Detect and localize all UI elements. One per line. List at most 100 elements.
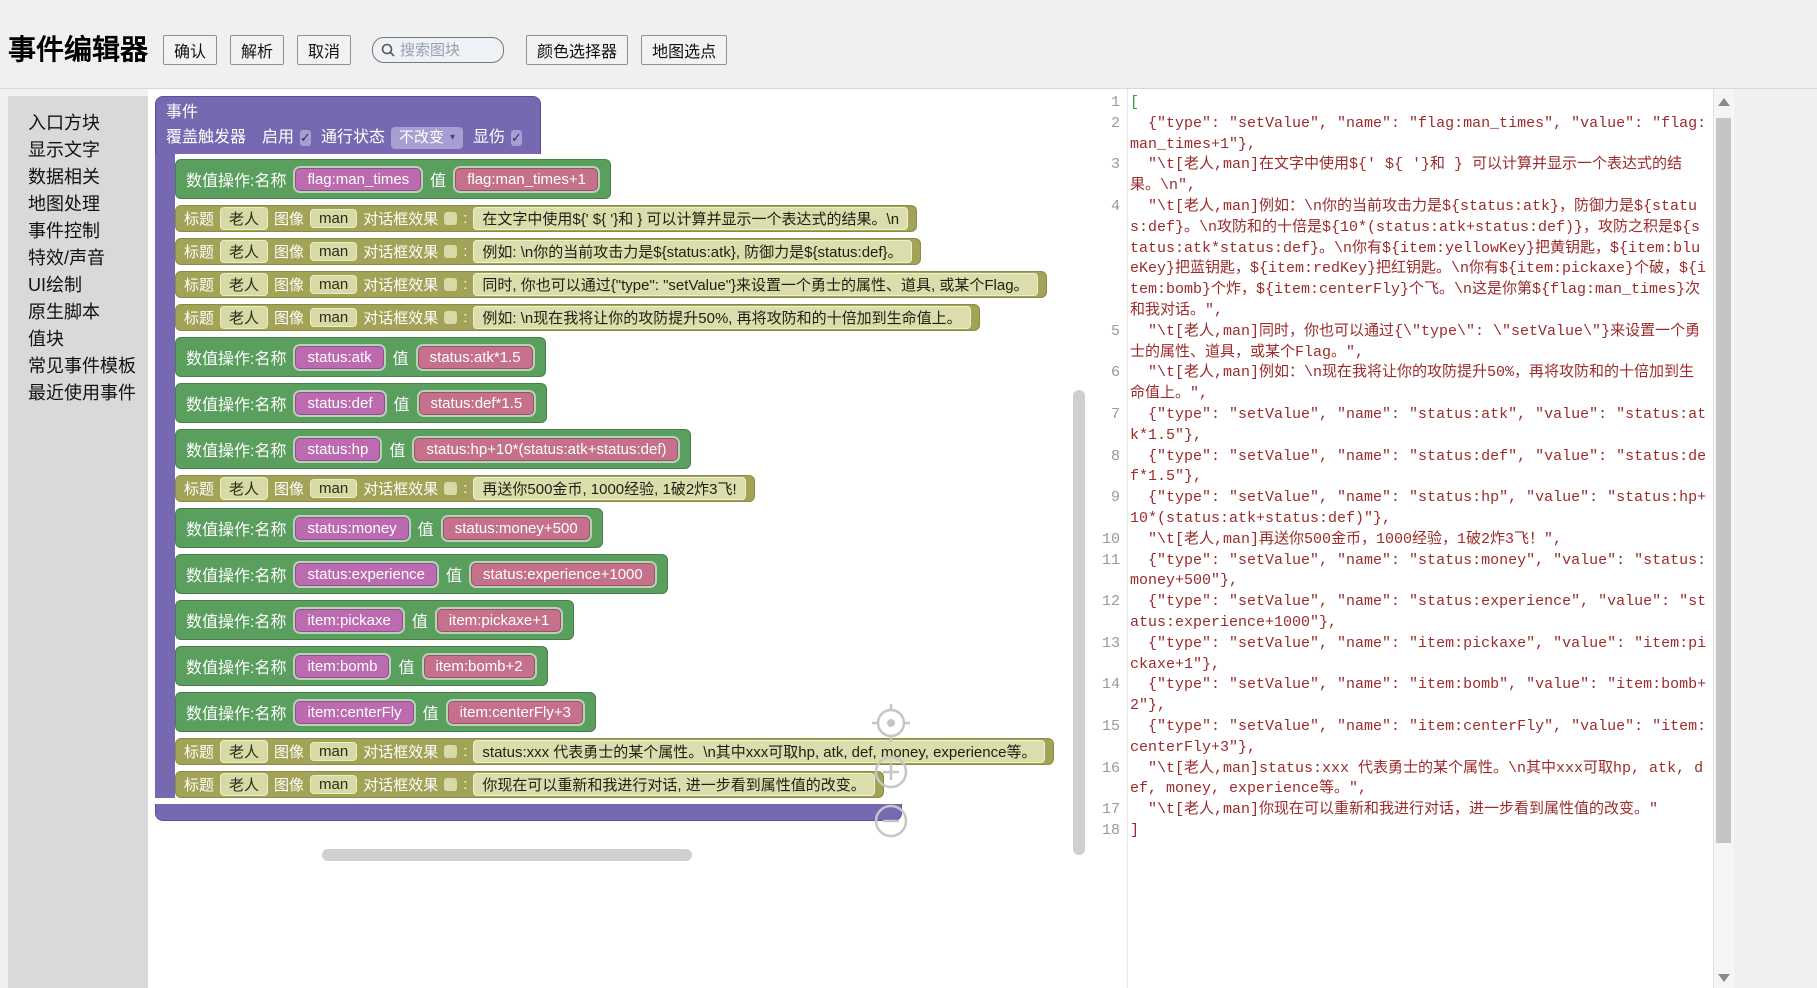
sidebar-item-fx-sound[interactable]: 特效/声音 bbox=[8, 245, 148, 272]
value-field[interactable]: item:centerFly+3 bbox=[448, 701, 583, 724]
message-field[interactable]: 例如: \n现在我将让你的攻防提升50%, 再将攻防和的十倍加到生命值上。 bbox=[473, 306, 970, 329]
title-text-block[interactable]: 标题 老人 图像 man 对话框效果 : 再送你500金币, 1000经验, 1… bbox=[175, 475, 755, 502]
scroll-down-arrow-icon[interactable] bbox=[1718, 974, 1730, 982]
event-container-block[interactable]: 事件 覆盖触发器 启用 ✓ 通行状态 不改变▾ 显伤 ✓ bbox=[155, 96, 541, 154]
dialog-effect-checkbox[interactable] bbox=[444, 212, 457, 225]
value-field[interactable]: status:experience+1000 bbox=[471, 563, 655, 586]
image-value-field[interactable]: man bbox=[310, 308, 357, 327]
name-field[interactable]: status:money bbox=[295, 517, 408, 540]
title-text-block[interactable]: 标题 老人 图像 man 对话框效果 : 在文字中使用${' ${ '}和 } … bbox=[175, 205, 917, 232]
value-field[interactable]: item:bomb+2 bbox=[424, 655, 535, 678]
name-field[interactable]: item:bomb bbox=[295, 655, 389, 678]
name-field[interactable]: status:hp bbox=[295, 438, 380, 461]
enable-checkbox[interactable]: ✓ bbox=[300, 130, 311, 146]
title-value-field[interactable]: 老人 bbox=[220, 273, 268, 296]
setvalue-block[interactable]: 数值操作:名称 item:centerFly 值 item:centerFly+… bbox=[175, 692, 596, 732]
title-value-field[interactable]: 老人 bbox=[220, 207, 268, 230]
line-number: 7 bbox=[1090, 405, 1130, 426]
sidebar-item-event-control[interactable]: 事件控制 bbox=[8, 218, 148, 245]
name-field[interactable]: status:atk bbox=[295, 346, 383, 369]
zoom-reset-icon[interactable] bbox=[871, 703, 911, 743]
image-value-field[interactable]: man bbox=[310, 209, 357, 228]
parse-button[interactable]: 解析 bbox=[230, 35, 284, 65]
dialog-effect-label: 对话框效果 bbox=[363, 274, 438, 295]
code-line: 18] bbox=[1090, 821, 1713, 842]
title-value-field[interactable]: 老人 bbox=[220, 740, 268, 763]
value-field[interactable]: status:atk*1.5 bbox=[418, 346, 533, 369]
dialog-effect-checkbox[interactable] bbox=[444, 311, 457, 324]
setvalue-block[interactable]: 数值操作:名称 status:money 值 status:money+500 bbox=[175, 508, 603, 548]
image-value-field[interactable]: man bbox=[310, 742, 357, 761]
value-field[interactable]: item:pickaxe+1 bbox=[437, 609, 561, 632]
value-field[interactable]: status:hp+10*(status:atk+status:def) bbox=[414, 438, 678, 461]
sidebar-item-native-script[interactable]: 原生脚本 bbox=[8, 299, 148, 326]
message-field[interactable]: 在文字中使用${' ${ '}和 } 可以计算并显示一个表达式的结果。\n bbox=[473, 207, 908, 230]
title-text-block[interactable]: 标题 老人 图像 man 对话框效果 : 同时, 你也可以通过{"type": … bbox=[175, 271, 1047, 298]
setvalue-block[interactable]: 数值操作:名称 status:def 值 status:def*1.5 bbox=[175, 383, 547, 423]
name-field[interactable]: item:pickaxe bbox=[295, 609, 402, 632]
workspace-horizontal-scrollbar[interactable] bbox=[322, 849, 692, 861]
pass-state-dropdown[interactable]: 不改变▾ bbox=[391, 127, 463, 149]
json-scrollbar[interactable] bbox=[1713, 88, 1734, 988]
sidebar-item-map[interactable]: 地图处理 bbox=[8, 191, 148, 218]
event-block-title: 事件 bbox=[166, 102, 530, 124]
cancel-button[interactable]: 取消 bbox=[297, 35, 351, 65]
sidebar-item-ui-draw[interactable]: UI绘制 bbox=[8, 272, 148, 299]
setvalue-block[interactable]: 数值操作:名称 item:bomb 值 item:bomb+2 bbox=[175, 646, 548, 686]
dialog-effect-checkbox[interactable] bbox=[444, 278, 457, 291]
image-value-field[interactable]: man bbox=[310, 479, 357, 498]
sidebar-item-entry-blocks[interactable]: 入口方块 bbox=[8, 110, 148, 137]
title-text-block[interactable]: 标题 老人 图像 man 对话框效果 : status:xxx 代表勇士的某个属… bbox=[175, 738, 1054, 765]
setvalue-block[interactable]: 数值操作:名称 status:experience 值 status:exper… bbox=[175, 554, 668, 594]
title-text-block[interactable]: 标题 老人 图像 man 对话框效果 : 例如: \n你的当前攻击力是${sta… bbox=[175, 238, 921, 265]
map-pick-button[interactable]: 地图选点 bbox=[641, 35, 727, 65]
setvalue-block[interactable]: 数值操作:名称 status:hp 值 status:hp+10*(status… bbox=[175, 429, 691, 469]
message-field[interactable]: 同时, 你也可以通过{"type": "setValue"}来设置一个勇士的属性… bbox=[473, 273, 1037, 296]
workspace-vertical-scrollbar[interactable] bbox=[1073, 390, 1085, 855]
sidebar-item-common-templates[interactable]: 常见事件模板 bbox=[8, 353, 148, 380]
dialog-effect-checkbox[interactable] bbox=[444, 745, 457, 758]
code-text: {"type": "setValue", "name": "item:picka… bbox=[1130, 634, 1713, 676]
name-field[interactable]: status:def bbox=[295, 392, 384, 415]
sidebar-item-recent-events[interactable]: 最近使用事件 bbox=[8, 380, 148, 407]
json-scrollbar-thumb[interactable] bbox=[1716, 118, 1731, 843]
sidebar-item-value-blocks[interactable]: 值块 bbox=[8, 326, 148, 353]
message-field[interactable]: 例如: \n你的当前攻击力是${status:atk}, 防御力是${statu… bbox=[473, 240, 911, 263]
zoom-out-icon[interactable] bbox=[871, 801, 911, 841]
title-value-field[interactable]: 老人 bbox=[220, 773, 268, 796]
sidebar-item-show-text[interactable]: 显示文字 bbox=[8, 137, 148, 164]
scroll-up-arrow-icon[interactable] bbox=[1718, 98, 1730, 106]
color-picker-button[interactable]: 颜色选择器 bbox=[526, 35, 628, 65]
image-value-field[interactable]: man bbox=[310, 242, 357, 261]
value-field[interactable]: status:money+500 bbox=[443, 517, 590, 540]
sidebar-item-data[interactable]: 数据相关 bbox=[8, 164, 148, 191]
search-input[interactable] bbox=[398, 41, 494, 60]
dialog-effect-checkbox[interactable] bbox=[444, 778, 457, 791]
image-value-field[interactable]: man bbox=[310, 275, 357, 294]
dialog-effect-checkbox[interactable] bbox=[444, 245, 457, 258]
zoom-in-icon[interactable] bbox=[871, 752, 911, 792]
confirm-button[interactable]: 确认 bbox=[163, 35, 217, 65]
block-workspace[interactable]: 事件 覆盖触发器 启用 ✓ 通行状态 不改变▾ 显伤 ✓ 数值操作:名称 fla… bbox=[148, 88, 1090, 988]
title-text-block[interactable]: 标题 老人 图像 man 对话框效果 : 你现在可以重新和我进行对话, 进一步看… bbox=[175, 771, 884, 798]
setvalue-block[interactable]: 数值操作:名称 flag:man_times 值 flag:man_times+… bbox=[175, 159, 611, 199]
image-value-field[interactable]: man bbox=[310, 775, 357, 794]
name-field[interactable]: flag:man_times bbox=[295, 168, 421, 191]
dialog-effect-checkbox[interactable] bbox=[444, 482, 457, 495]
setvalue-block[interactable]: 数值操作:名称 item:pickaxe 值 item:pickaxe+1 bbox=[175, 600, 574, 640]
show-damage-checkbox[interactable]: ✓ bbox=[511, 130, 522, 146]
title-value-field[interactable]: 老人 bbox=[220, 240, 268, 263]
message-field[interactable]: status:xxx 代表勇士的某个属性。\n其中xxx可取hp, atk, d… bbox=[473, 740, 1045, 763]
setvalue-block[interactable]: 数值操作:名称 status:atk 值 status:atk*1.5 bbox=[175, 337, 546, 377]
title-text-block[interactable]: 标题 老人 图像 man 对话框效果 : 例如: \n现在我将让你的攻防提升50… bbox=[175, 304, 980, 331]
message-field[interactable]: 再送你500金币, 1000经验, 1破2炸3飞! bbox=[473, 477, 745, 500]
search-box[interactable] bbox=[372, 37, 504, 63]
value-field[interactable]: flag:man_times+1 bbox=[455, 168, 598, 191]
message-field[interactable]: 你现在可以重新和我进行对话, 进一步看到属性值的改变。 bbox=[473, 773, 874, 796]
name-field[interactable]: status:experience bbox=[295, 563, 437, 586]
name-field[interactable]: item:centerFly bbox=[295, 701, 413, 724]
title-value-field[interactable]: 老人 bbox=[220, 477, 268, 500]
title-value-field[interactable]: 老人 bbox=[220, 306, 268, 329]
value-field[interactable]: status:def*1.5 bbox=[419, 392, 535, 415]
json-code-editor[interactable]: 1[ 2 {"type": "setValue", "name": "flag:… bbox=[1090, 88, 1713, 988]
